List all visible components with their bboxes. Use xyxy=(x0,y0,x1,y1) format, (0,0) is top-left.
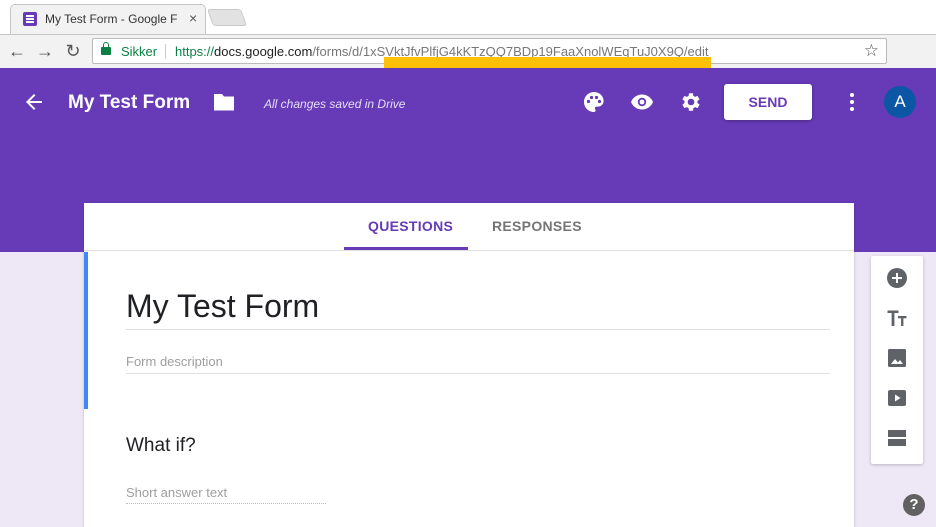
add-image-icon[interactable] xyxy=(885,346,909,370)
browser-tab[interactable]: My Test Form - Google F × xyxy=(10,4,206,34)
add-section-icon[interactable] xyxy=(885,426,909,450)
send-button[interactable]: SEND xyxy=(724,84,812,120)
add-question-icon[interactable] xyxy=(885,266,909,290)
add-title-icon[interactable] xyxy=(885,306,909,330)
back-arrow-icon[interactable] xyxy=(22,90,46,114)
browser-tab-title: My Test Form - Google F xyxy=(45,12,178,26)
form-tabs: QUESTIONS RESPONSES xyxy=(84,203,854,251)
browser-forward-icon[interactable]: → xyxy=(34,40,56,62)
help-icon[interactable]: ? xyxy=(903,494,925,516)
question-title[interactable]: What if? xyxy=(126,435,196,457)
title-underline xyxy=(126,329,830,330)
lock-icon[interactable] xyxy=(101,42,111,55)
tab-responses[interactable]: RESPONSES xyxy=(492,218,582,234)
palette-icon[interactable] xyxy=(582,90,606,114)
active-tab-indicator xyxy=(344,247,468,250)
secure-label[interactable]: Sikker xyxy=(121,44,157,59)
add-video-icon[interactable] xyxy=(885,386,909,410)
focus-accent-bar xyxy=(84,252,88,409)
form-description-input[interactable]: Form description xyxy=(126,354,223,369)
new-tab-button[interactable] xyxy=(206,9,248,26)
form-title-section[interactable]: My Test Form Form description xyxy=(84,252,854,409)
short-answer-placeholder: Short answer text xyxy=(126,485,228,500)
omnibox-divider xyxy=(165,44,166,59)
description-underline xyxy=(126,373,830,374)
header-form-title[interactable]: My Test Form xyxy=(68,92,190,114)
short-answer-underline xyxy=(126,503,326,504)
bookmark-star-icon[interactable]: ☆ xyxy=(864,41,879,61)
url-host: docs.google.com xyxy=(214,44,313,59)
more-vert-icon[interactable] xyxy=(840,90,864,114)
eye-icon[interactable] xyxy=(630,90,654,114)
browser-back-icon[interactable]: ← xyxy=(6,40,28,62)
avatar[interactable]: A xyxy=(884,86,916,118)
url-scheme: https:// xyxy=(175,44,215,59)
save-status: All changes saved in Drive xyxy=(264,97,406,111)
tab-close-icon[interactable]: × xyxy=(189,10,197,26)
forms-favicon-icon xyxy=(23,12,37,26)
form-card: QUESTIONS RESPONSES My Test Form Form de… xyxy=(84,203,854,527)
reload-icon[interactable]: ↻ xyxy=(62,40,84,62)
tab-questions[interactable]: QUESTIONS xyxy=(368,218,453,234)
gear-icon[interactable] xyxy=(678,90,702,114)
browser-tab-strip: My Test Form - Google F × xyxy=(0,0,936,34)
form-title-input[interactable]: My Test Form xyxy=(126,288,319,325)
folder-icon[interactable] xyxy=(212,92,236,112)
side-toolbar xyxy=(871,256,923,464)
